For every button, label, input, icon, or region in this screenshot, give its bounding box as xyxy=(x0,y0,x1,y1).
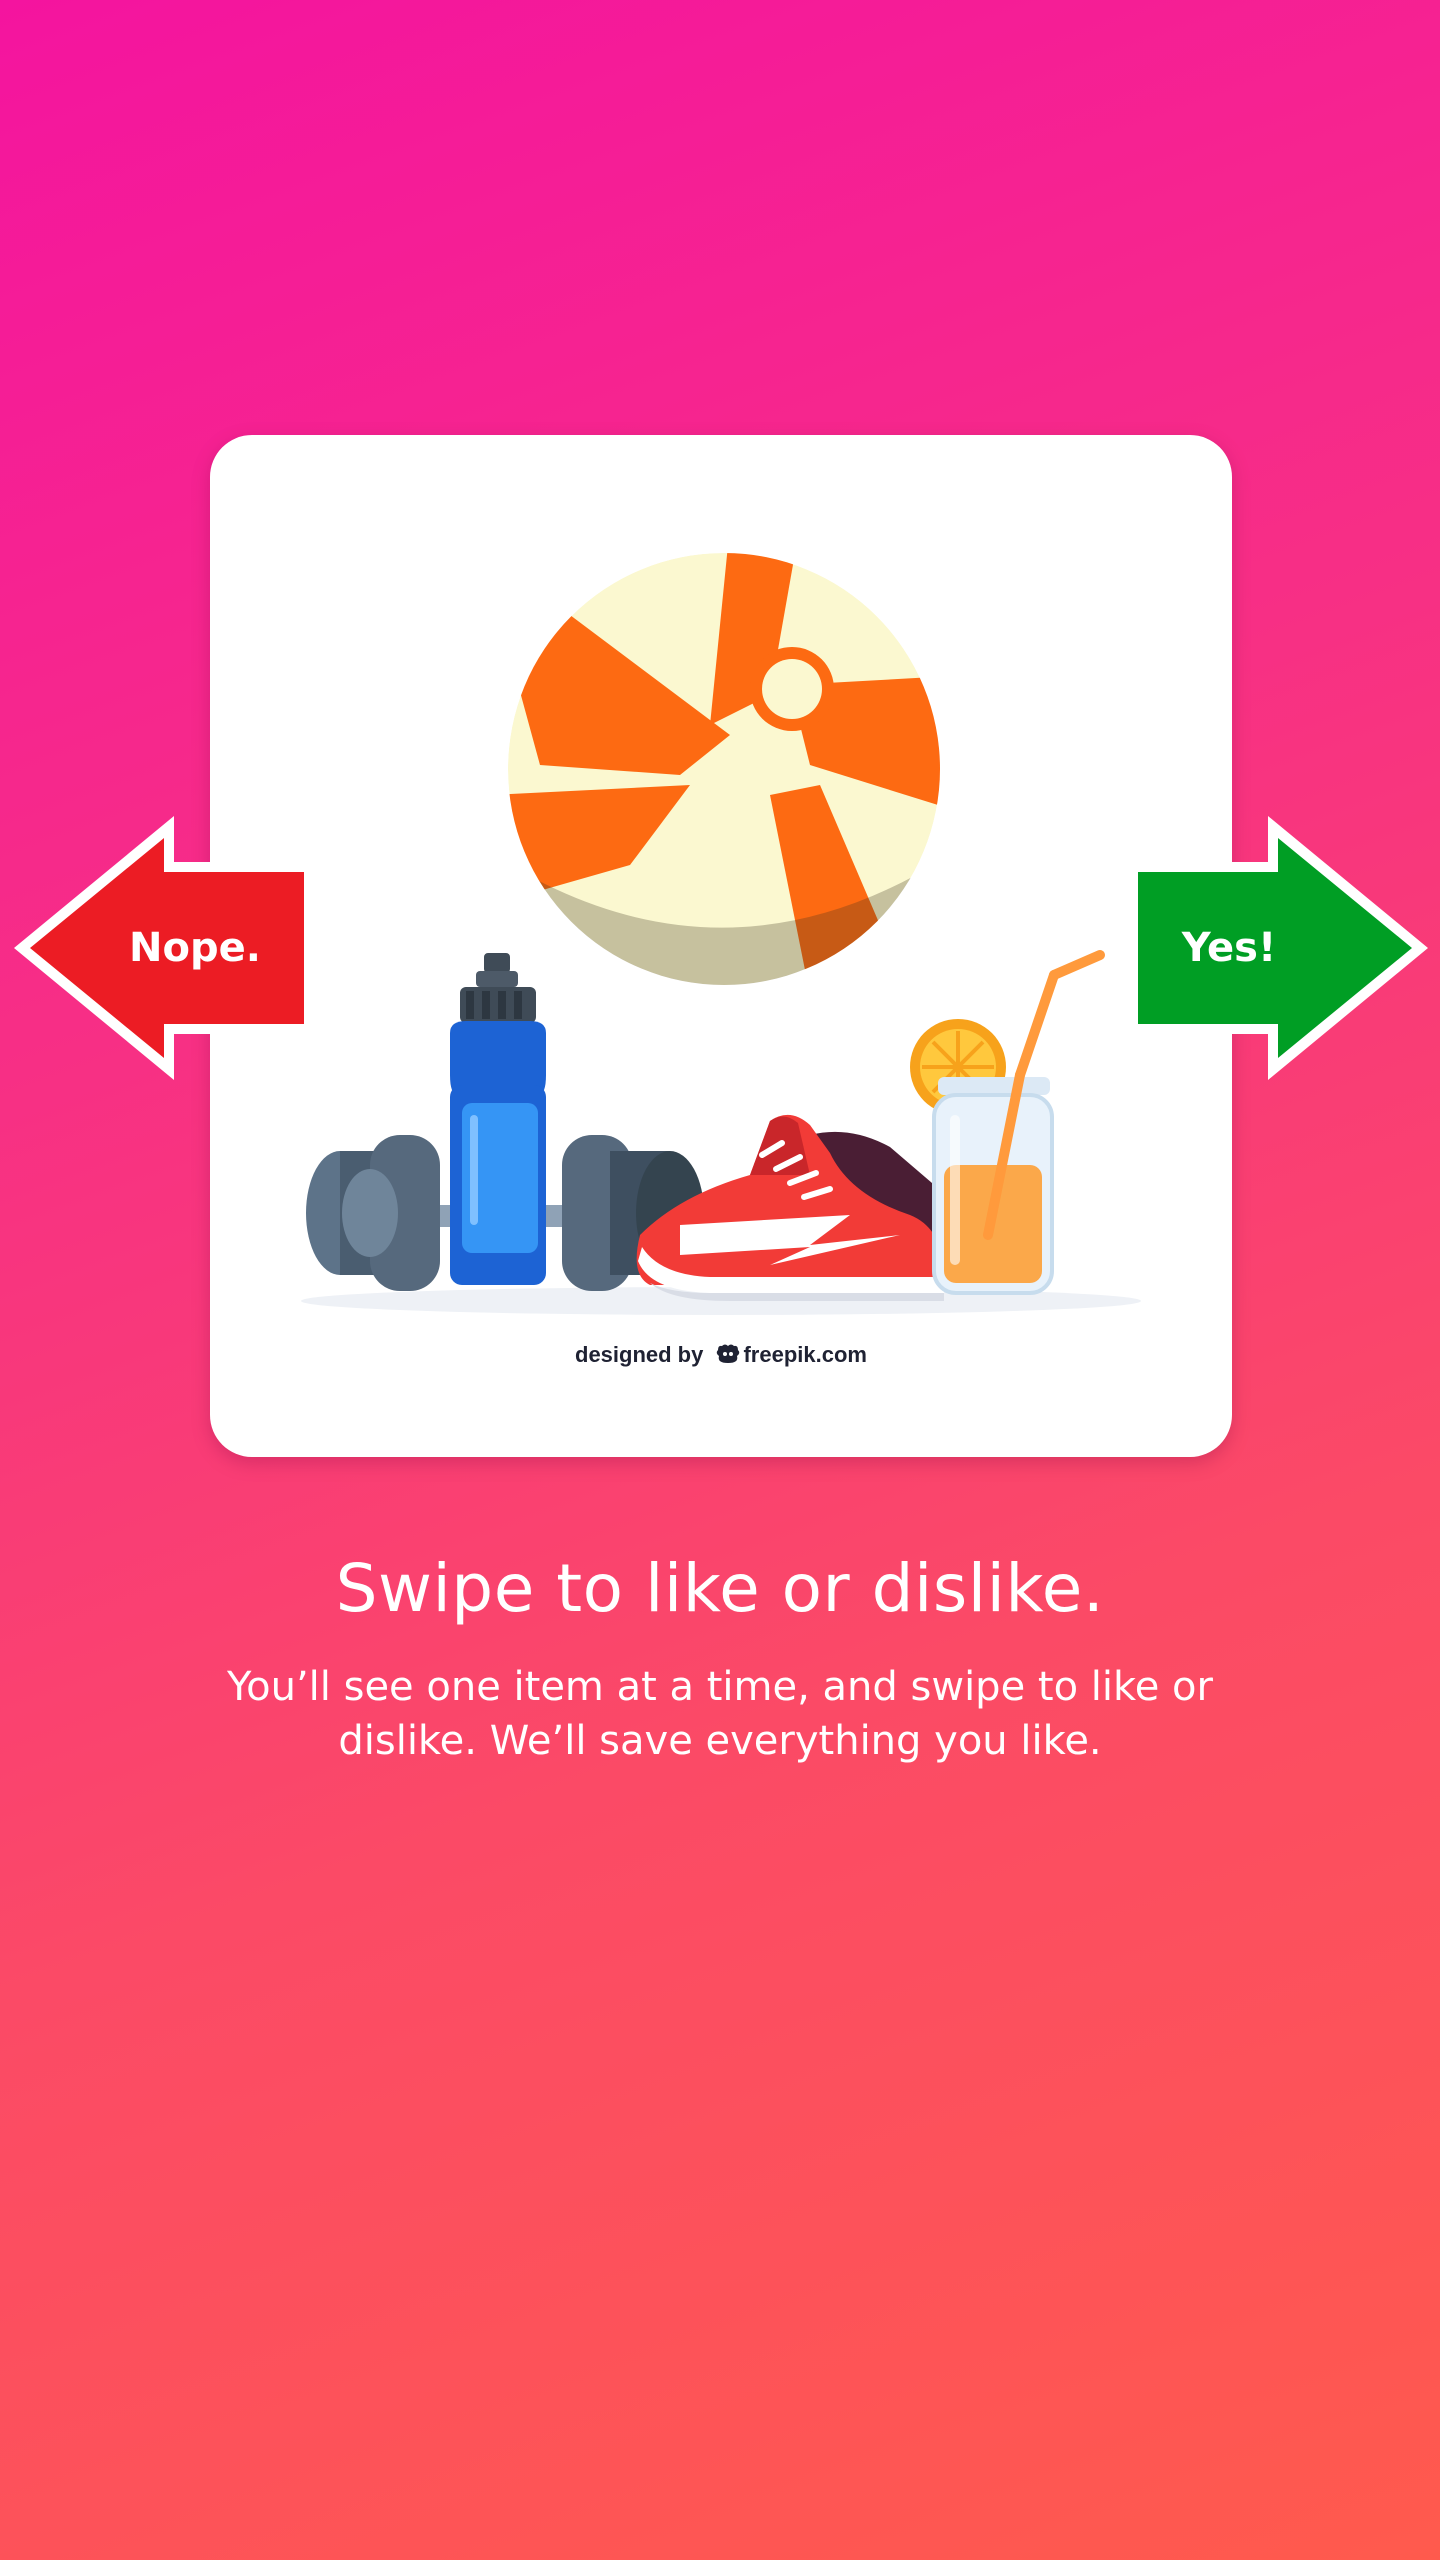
credit-site: freepik.com xyxy=(743,1342,867,1367)
juice-jar xyxy=(910,950,1105,1295)
yes-arrow[interactable]: Yes! xyxy=(1134,810,1434,1086)
nope-arrow[interactable]: Nope. xyxy=(8,810,308,1086)
onboarding-description: You’ll see one item at a time, and swipe… xyxy=(227,1664,1213,1764)
fitness-illustration xyxy=(301,553,1141,1315)
nope-label: Nope. xyxy=(129,925,261,971)
onboarding-headline: Swipe to like or dislike. xyxy=(335,1550,1105,1627)
water-bottle xyxy=(450,953,546,1285)
beach-ball xyxy=(508,553,940,985)
yes-label: Yes! xyxy=(1181,925,1277,971)
sneaker xyxy=(636,1114,946,1301)
swipe-card[interactable]: designed by freepik.com xyxy=(210,435,1232,1457)
credit-prefix: designed by xyxy=(575,1342,704,1367)
freepik-logo-icon xyxy=(717,1344,740,1363)
image-credit: designed by freepik.com xyxy=(210,1342,1232,1368)
